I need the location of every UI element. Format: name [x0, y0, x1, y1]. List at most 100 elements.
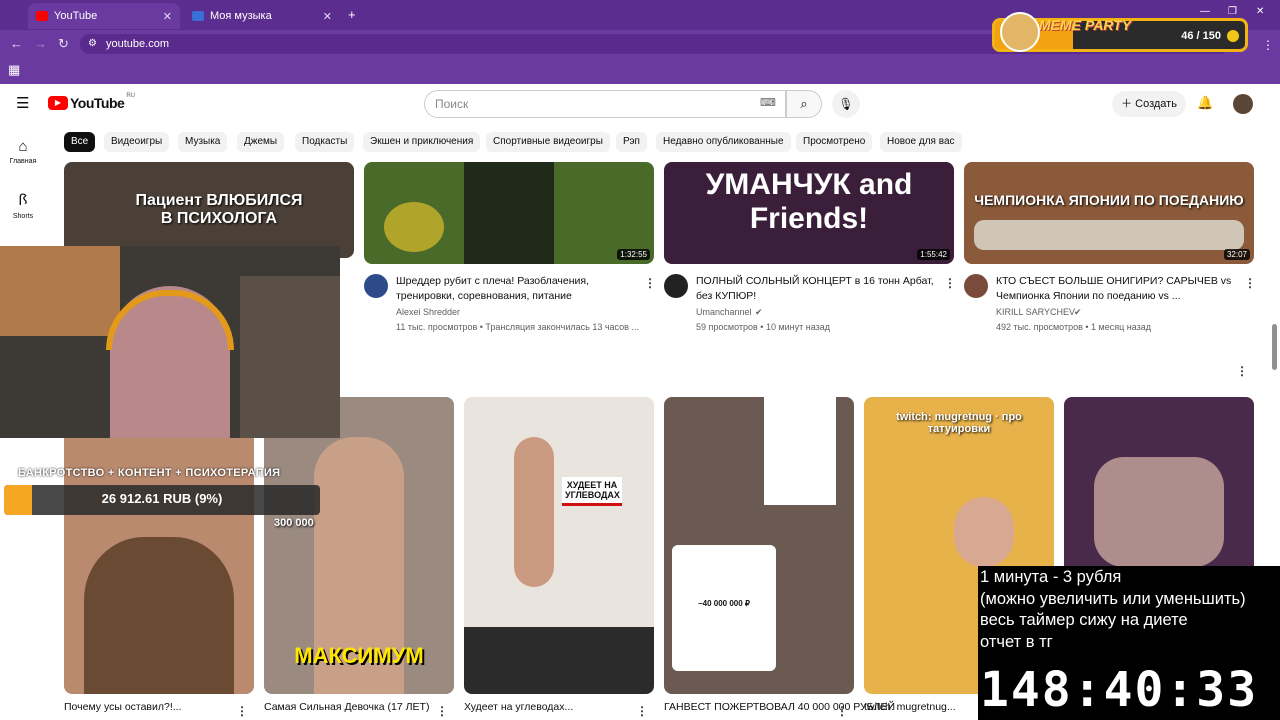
headphones-icon — [106, 290, 234, 350]
chip-jams[interactable]: Джемы — [237, 132, 285, 152]
webcam-window-view — [0, 246, 120, 336]
thumbnail-flowers — [384, 202, 444, 252]
thumbnail-text: Пациент ВЛЮБИЛСЯ В ПСИХОЛОГА — [135, 192, 303, 227]
chip-sports-games[interactable]: Спортивные видеоигры — [486, 132, 610, 152]
thumbnail-text: ХУДЕЕТ НА УГЛЕВОДАХ — [562, 477, 622, 506]
forward-icon[interactable]: → — [34, 36, 47, 51]
thumbnail-phone-ui — [764, 397, 836, 505]
timer-line: отчет в тг — [980, 633, 1053, 651]
video-duration: 1:32:55 — [617, 249, 650, 260]
account-avatar[interactable] — [1233, 94, 1253, 114]
chip-podcasts[interactable]: Подкасты — [295, 132, 355, 152]
voice-search-button[interactable]: 🎙 — [832, 90, 860, 118]
reload-icon[interactable]: ↻ — [58, 36, 69, 52]
short-thumbnail[interactable]: ХУДЕЕТ НА УГЛЕВОДАХ — [464, 397, 654, 694]
minimize-icon[interactable]: — — [1200, 6, 1210, 17]
rail-shorts[interactable]: ꟗ Shorts — [0, 190, 46, 220]
youtube-favicon-icon — [36, 11, 48, 21]
plus-icon: ＋ — [1121, 98, 1136, 110]
thumbnail-text: ЧЕМПИОНКА ЯПОНИИ ПО ПОЕДАНИЮ — [974, 192, 1244, 208]
chip-action-adventure[interactable]: Экшен и приключения — [363, 132, 481, 152]
channel-name[interactable]: Alexei Shredder — [396, 305, 460, 320]
video-thumbnail[interactable]: ЧЕМПИОНКА ЯПОНИИ ПО ПОЕДАНИЮ 32:07 — [964, 162, 1254, 264]
notifications-bell-icon[interactable]: 🔔 — [1197, 95, 1213, 111]
timer-line: весь таймер сижу на диете — [980, 611, 1188, 629]
video-meta: 492 тыс. просмотров • 1 месяц назад — [996, 322, 1152, 332]
short-title[interactable]: Почему усы оставил?!... — [64, 701, 182, 713]
video-meta: 11 тыс. просмотров • Трансляция закончил… — [396, 322, 639, 332]
short-thumbnail[interactable] — [64, 397, 254, 694]
chip-all[interactable]: Все — [64, 132, 96, 152]
youtube-logo[interactable]: ▶ YouTube RU — [48, 93, 135, 111]
rail-home[interactable]: ⌂ Главная — [0, 138, 46, 165]
more-options-icon[interactable]: ⋮ — [644, 276, 656, 290]
thumbnail-text: МАКСИМУМ — [294, 643, 424, 668]
more-options-icon[interactable]: ⋮ — [1244, 276, 1256, 290]
create-button[interactable]: ＋ Создать — [1112, 91, 1186, 117]
video-thumbnail[interactable]: Пациент ВЛЮБИЛСЯ В ПСИХОЛОГА — [64, 162, 354, 258]
short-thumbnail[interactable]: −40 000 000 ₽ — [664, 397, 854, 694]
more-options-icon[interactable]: ⋮ — [436, 704, 448, 718]
video-title[interactable]: КТО СЪЕСТ БОЛЬШЕ ОНИГИРИ? САРЫЧЕВ vs Чем… — [996, 274, 1236, 304]
channel-avatar[interactable] — [664, 274, 688, 298]
home-icon: ⌂ — [18, 138, 28, 155]
thumbnail-beard — [84, 537, 234, 694]
thumbnail-text: УМАНЧУК and Friends! — [705, 168, 913, 235]
close-tab-icon[interactable]: ✕ — [323, 10, 332, 23]
chip-rap[interactable]: Рэп — [616, 132, 647, 152]
apps-grid-icon[interactable]: ▦ — [8, 62, 20, 78]
short-thumbnail[interactable]: 300 000 МАКСИМУМ — [264, 397, 454, 694]
close-window-icon[interactable]: ✕ — [1256, 6, 1264, 17]
chip-video-games[interactable]: Видеоигры — [104, 132, 170, 152]
timer-line: (можно увеличить или уменьшить) — [980, 590, 1246, 608]
thumbnail-dancers — [1094, 457, 1224, 567]
region-label: RU — [126, 93, 135, 99]
video-thumbnail[interactable]: 1:32:55 — [364, 162, 654, 264]
channel-avatar[interactable] — [364, 274, 388, 298]
countdown-timer: 148:40:33 — [980, 662, 1259, 718]
hamburger-menu-icon[interactable]: ☰ — [16, 94, 29, 112]
channel-avatar[interactable] — [964, 274, 988, 298]
views-overlay: 300 000 — [274, 517, 314, 529]
video-title[interactable]: Шреддер рубит с плеча! Разоблачения, тре… — [396, 274, 626, 304]
back-icon[interactable]: ← — [10, 36, 23, 51]
shorts-more-icon[interactable]: ⋮ — [1236, 364, 1248, 378]
video-thumbnail[interactable]: УМАНЧУК and Friends! 1:55:42 — [664, 162, 954, 264]
more-options-icon[interactable]: ⋮ — [236, 704, 248, 718]
short-title[interactable]: ГАНВЕСТ ПОЖЕРТВОВАЛ 40 000 000 РУБЛЕЙ — [664, 701, 895, 713]
video-meta: 59 просмотров • 10 минут назад — [696, 322, 831, 332]
channel-name[interactable]: KIRILL SARYCHEV — [996, 305, 1075, 320]
short-title[interactable]: twitch: mugretnug... — [864, 701, 956, 713]
keyboard-icon[interactable]: ⌨ — [760, 96, 776, 109]
chip-new-for-you[interactable]: Новое для вас — [880, 132, 962, 152]
chip-music[interactable]: Музыка — [178, 132, 228, 152]
close-tab-icon[interactable]: ✕ — [163, 10, 172, 23]
new-tab-icon[interactable]: + — [348, 7, 356, 22]
youtube-wordmark: YouTube — [70, 95, 125, 111]
chip-recently-uploaded[interactable]: Недавно опубликованные — [656, 132, 791, 152]
menu-dots-icon[interactable]: ⋮ — [1262, 38, 1274, 52]
timer-line: 1 минута - 3 рубля — [980, 568, 1122, 586]
maximize-icon[interactable]: ❐ — [1228, 6, 1237, 17]
more-options-icon[interactable]: ⋮ — [836, 704, 848, 718]
tab-my-music[interactable]: Моя музыка ✕ — [184, 3, 340, 29]
page-scrollbar[interactable] — [1272, 324, 1277, 370]
short-title[interactable]: Худеет на углеводах... — [464, 701, 573, 713]
more-options-icon[interactable]: ⋮ — [636, 704, 648, 718]
short-title[interactable]: Самая Сильная Девочка (17 ЛЕТ) — [264, 701, 429, 713]
create-label: Создать — [1135, 98, 1177, 110]
more-options-icon[interactable]: ⋮ — [944, 276, 956, 290]
tab-youtube[interactable]: YouTube ✕ — [28, 3, 180, 29]
thumbnail-payment-card: −40 000 000 ₽ — [672, 545, 776, 671]
video-title[interactable]: ПОЛНЫЙ СОЛЬНЫЙ КОНЦЕРТ в 16 тонн Арбат, … — [696, 274, 936, 304]
chip-watched[interactable]: Просмотрено — [796, 132, 873, 152]
rail-label: Главная — [9, 158, 37, 165]
site-info-icon[interactable]: ⚙ — [88, 38, 97, 49]
search-icon: ⌕ — [800, 96, 808, 111]
search-input[interactable]: Поиск — [424, 90, 786, 118]
channel-name[interactable]: Umanchannel — [696, 305, 752, 320]
webcam-room — [240, 276, 340, 438]
thumbnail-figure — [464, 162, 554, 264]
search-button[interactable]: ⌕ — [786, 90, 822, 118]
goal-amount: 26 912.61 RUB (9%) — [101, 491, 223, 506]
